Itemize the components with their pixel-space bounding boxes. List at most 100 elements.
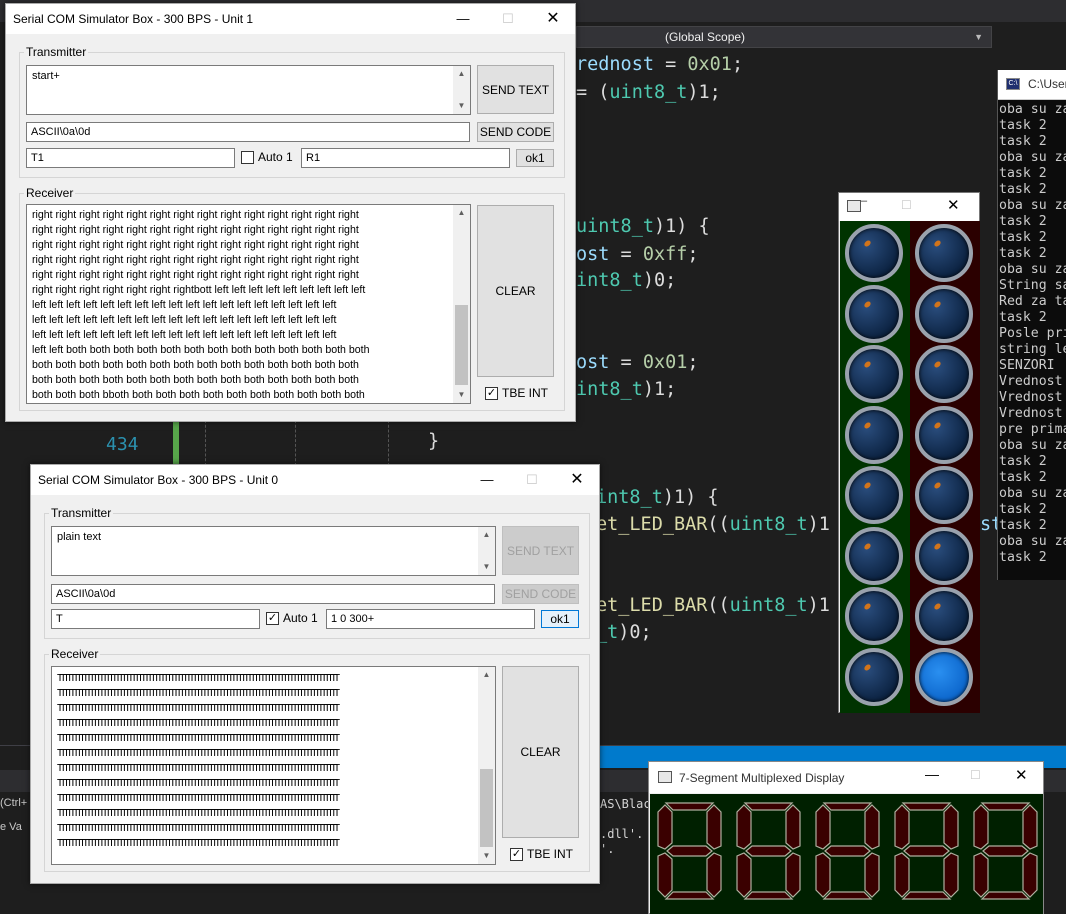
- maximize-button[interactable]: ☐: [485, 4, 531, 34]
- transmit-text: start+: [32, 70, 60, 82]
- checkbox-box[interactable]: ✓: [510, 847, 523, 861]
- console-line: oba su za: [999, 150, 1066, 165]
- seven-segment-window[interactable]: 7-Segment Multiplexed Display — ☐ ✕: [648, 761, 1044, 914]
- led-glint: [933, 602, 942, 611]
- receive-textarea[interactable]: TTTTTTTTTTTTTTTTTTTTTTTTTTTTTTTTTTTTTTTT…: [51, 666, 496, 865]
- scrollbar[interactable]: ▲ ▼: [478, 527, 495, 575]
- indent-guide: [295, 420, 296, 466]
- ok-button[interactable]: ok1: [516, 149, 554, 167]
- window-titlebar[interactable]: 7-Segment Multiplexed Display — ☐ ✕: [649, 762, 1043, 793]
- receive-textarea[interactable]: right right right right right right righ…: [26, 204, 471, 404]
- indent-guide: [388, 420, 389, 466]
- led-window-titlebar[interactable]: – ☐ ✕: [839, 193, 979, 221]
- maximize-button[interactable]: ☐: [509, 465, 555, 495]
- scroll-down-icon[interactable]: ▼: [478, 559, 495, 575]
- scroll-up-icon[interactable]: ▲: [453, 66, 470, 82]
- send-code-button[interactable]: SEND CODE: [502, 584, 579, 604]
- scrollbar[interactable]: ▲ ▼: [453, 66, 470, 114]
- scroll-thumb[interactable]: [455, 305, 468, 385]
- receive-line: TTTTTTTTTTTTTTTTTTTTTTTTTTTTTTTTTTTTTTTT…: [57, 688, 340, 699]
- send-text-button[interactable]: SEND TEXT: [477, 65, 554, 114]
- auto-checkbox[interactable]: Auto 1: [241, 150, 293, 164]
- minimize-button[interactable]: —: [925, 766, 939, 782]
- close-button[interactable]: ✕: [530, 4, 576, 34]
- segment: [973, 804, 989, 850]
- segment: [943, 804, 959, 850]
- console-line: task 2: [999, 118, 1047, 133]
- seven-segment-digit: [894, 802, 959, 900]
- r-input[interactable]: 1 0 300+: [326, 609, 535, 629]
- left-panel-text: (Ctrl+: [0, 797, 28, 809]
- led-indicator: [915, 284, 973, 343]
- led-glint: [933, 541, 942, 551]
- led-column-left: [840, 221, 910, 713]
- console-window[interactable]: C:\ C:\User oba su za task 2 task 2 oba su …: [997, 70, 1066, 580]
- tbe-int-label: TBE INT: [527, 847, 574, 861]
- output-text: '.: [600, 842, 615, 856]
- tbe-int-checkbox[interactable]: ✓ TBE INT: [510, 847, 573, 861]
- receive-line: TTTTTTTTTTTTTTTTTTTTTTTTTTTTTTTTTTTTTTTT…: [57, 838, 340, 849]
- scrollbar[interactable]: ▲ ▼: [478, 667, 495, 864]
- scroll-up-icon[interactable]: ▲: [478, 667, 495, 683]
- title-dash: –: [861, 195, 868, 207]
- window-titlebar[interactable]: Serial COM Simulator Box - 300 BPS - Uni…: [31, 465, 599, 495]
- code-input[interactable]: ASCII\0a\0d: [26, 122, 470, 142]
- scope-dropdown[interactable]: (Global Scope) ▼: [576, 26, 992, 48]
- t-input[interactable]: T: [51, 609, 260, 629]
- send-code-button[interactable]: SEND CODE: [477, 122, 554, 142]
- scrollbar[interactable]: ▲ ▼: [453, 205, 470, 403]
- window-titlebar[interactable]: Serial COM Simulator Box - 300 BPS - Uni…: [6, 4, 575, 34]
- serial-sim-unit0-window[interactable]: Serial COM Simulator Box - 300 BPS - Uni…: [30, 464, 600, 884]
- console-line: task 2: [999, 166, 1047, 181]
- auto-checkbox[interactable]: ✓ Auto 1: [266, 611, 318, 625]
- clear-button[interactable]: CLEAR: [502, 666, 579, 838]
- minimize-button[interactable]: —: [440, 4, 486, 34]
- code-line: int8_t)0;: [576, 270, 677, 291]
- maximize-button[interactable]: ☐: [970, 768, 981, 782]
- led-glint: [933, 420, 942, 430]
- scroll-thumb[interactable]: [480, 769, 493, 847]
- close-button[interactable]: ✕: [554, 465, 600, 495]
- led-bar-window[interactable]: – ☐ ✕: [838, 192, 980, 713]
- code-input[interactable]: ASCII\0a\0d: [51, 584, 495, 604]
- code-line: _t)0;: [596, 622, 652, 643]
- led-glint: [933, 299, 942, 309]
- scroll-up-icon[interactable]: ▲: [453, 205, 470, 221]
- led-indicator: [915, 405, 973, 464]
- led-indicator: [845, 526, 903, 585]
- transmit-textarea[interactable]: start+ ▲ ▼: [26, 65, 471, 115]
- console-line: Vrednost: [999, 374, 1063, 389]
- left-panel-text: e Va: [0, 821, 22, 833]
- code-line: ost = 0xff;: [576, 244, 699, 265]
- clear-button[interactable]: CLEAR: [477, 205, 554, 377]
- checkbox-box[interactable]: ✓: [485, 386, 498, 400]
- transmit-textarea[interactable]: plain text ▲ ▼: [51, 526, 496, 576]
- t-input[interactable]: T1: [26, 148, 235, 168]
- led-indicator: [915, 587, 973, 645]
- send-text-button[interactable]: SEND TEXT: [502, 526, 579, 575]
- minimize-button[interactable]: —: [464, 465, 510, 495]
- maximize-icon[interactable]: ☐: [901, 198, 912, 212]
- receive-text: right right right right right right righ…: [32, 209, 370, 401]
- close-icon[interactable]: ✕: [947, 196, 960, 214]
- checkbox-box[interactable]: ✓: [266, 611, 279, 625]
- code-line: et_LED_BAR((uint8_t)1: [596, 514, 830, 535]
- tbe-int-checkbox[interactable]: ✓ TBE INT: [485, 386, 548, 400]
- console-titlebar[interactable]: C:\ C:\User: [998, 70, 1066, 100]
- led-indicator: [845, 345, 903, 403]
- checkbox-box[interactable]: [241, 150, 254, 164]
- scroll-up-icon[interactable]: ▲: [478, 527, 495, 543]
- led-indicator: [845, 405, 903, 464]
- led-glint: [933, 239, 942, 248]
- r-input[interactable]: R1: [301, 148, 510, 168]
- serial-sim-unit1-window[interactable]: Serial COM Simulator Box - 300 BPS - Uni…: [5, 3, 576, 422]
- output-text: AS\Blac: [600, 797, 651, 811]
- scroll-down-icon[interactable]: ▼: [453, 387, 470, 403]
- led-indicator: [845, 284, 903, 343]
- scroll-down-icon[interactable]: ▼: [453, 98, 470, 114]
- close-button[interactable]: ✕: [1015, 766, 1028, 784]
- console-line: oba su za: [999, 534, 1066, 549]
- scroll-down-icon[interactable]: ▼: [478, 848, 495, 864]
- segment: [901, 802, 952, 811]
- ok-button[interactable]: ok1: [541, 610, 579, 628]
